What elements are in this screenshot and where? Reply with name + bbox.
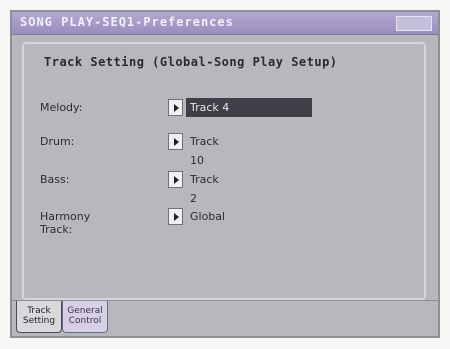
drum-track-value[interactable]: Track 10	[186, 132, 223, 167]
drum-popup-arrow-icon[interactable]	[168, 133, 183, 150]
melody-label: Melody:	[40, 101, 83, 114]
window-title: SONG PLAY-SEQ1-Preferences	[20, 15, 234, 29]
section-heading: Track Setting (Global-Song Play Setup)	[44, 55, 338, 69]
tab-track-setting-line2: Setting	[22, 316, 56, 326]
melody-track-value[interactable]: Track 4	[186, 98, 312, 117]
bass-popup-arrow-icon[interactable]	[168, 171, 183, 188]
tab-general-control-line2: Control	[68, 316, 102, 326]
tab-strip: Track Setting General Control	[12, 300, 438, 337]
track-setting-panel: Track Setting (Global-Song Play Setup) M…	[22, 42, 426, 300]
song-play-preferences-screen: SONG PLAY-SEQ1-Preferences Track Setting…	[10, 10, 440, 338]
title-bar: SONG PLAY-SEQ1-Preferences	[12, 12, 438, 35]
tab-general-control-line1: General	[67, 306, 103, 316]
harmony-track-popup-arrow-icon[interactable]	[168, 208, 183, 225]
tab-track-setting[interactable]: Track Setting	[16, 301, 62, 333]
harmony-track-label: Harmony Track:	[40, 210, 91, 236]
tab-track-setting-line1: Track	[27, 306, 51, 316]
harmony-track-value[interactable]: Global	[186, 207, 229, 226]
page-menu-button[interactable]	[396, 16, 432, 31]
bass-label: Bass:	[40, 173, 70, 186]
drum-label: Drum:	[40, 135, 75, 148]
melody-popup-arrow-icon[interactable]	[168, 99, 183, 116]
bass-track-value[interactable]: Track 2	[186, 170, 223, 205]
tab-general-control[interactable]: General Control	[62, 301, 108, 333]
